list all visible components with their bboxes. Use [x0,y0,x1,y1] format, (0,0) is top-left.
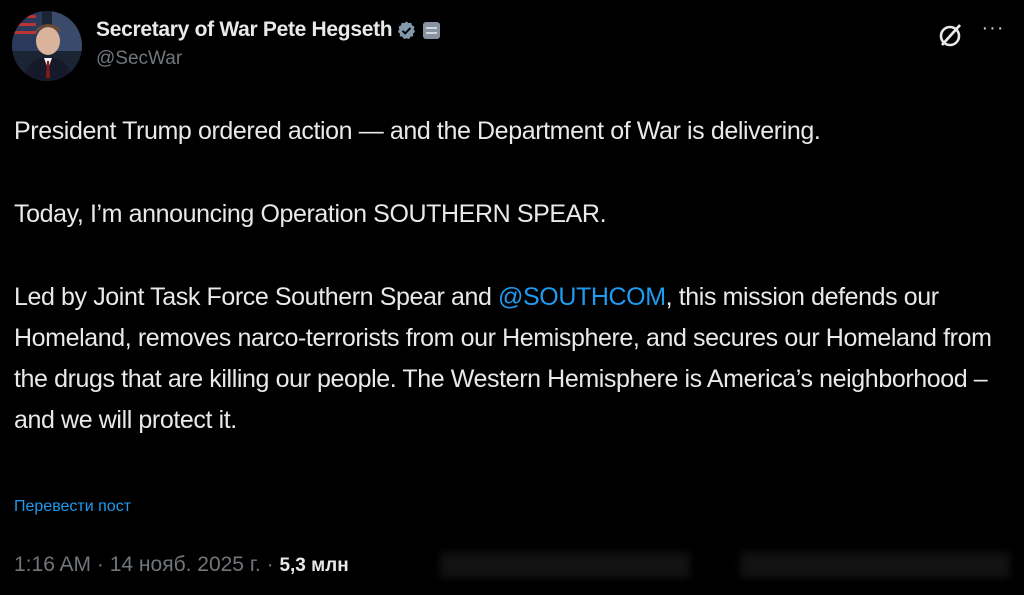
post-paragraph-2: Today, I’m announcing Operation SOUTHERN… [14,200,607,228]
more-options-icon[interactable]: ··· [980,18,1006,44]
post-paragraph-3-text-start: Led by Joint Task Force Southern Spear a… [14,283,499,311]
post-paragraph-1: President Trump ordered action — and the… [14,117,821,145]
blurred-area-2 [740,552,1010,578]
tweet: Secretary of War Pete Hegseth @SecWar ··… [0,0,1024,595]
author-block: Secretary of War Pete Hegseth @SecWar [96,16,441,70]
meta-separator-2: · [260,553,280,576]
translate-post-link[interactable]: Перевести пост [14,498,131,516]
author-display-name[interactable]: Secretary of War Pete Hegseth [96,18,393,42]
post-text: President Trump ordered action — and the… [14,111,1009,441]
avatar[interactable] [12,11,82,81]
post-paragraph-3: Led by Joint Task Force Southern Spear a… [14,277,1009,441]
mention-link-southcom[interactable]: @SOUTHCOM [498,283,666,311]
view-count[interactable]: 5,3 млн [279,555,348,576]
verified-badge-icon[interactable] [396,20,417,41]
author-handle[interactable]: @SecWar [96,48,440,70]
meta-separator-1: · [91,553,110,576]
tweet-header: Secretary of War Pete Hegseth @SecWar ··… [12,10,1006,82]
government-affiliation-icon[interactable] [423,21,441,39]
post-date[interactable]: 14 нояб. 2025 г. [110,553,261,576]
post-time[interactable]: 1:16 AM [14,553,91,576]
name-row: Secretary of War Pete Hegseth [96,16,441,44]
blurred-area-1 [440,552,690,578]
avatar-image [12,11,82,81]
grok-icon[interactable] [936,20,966,50]
